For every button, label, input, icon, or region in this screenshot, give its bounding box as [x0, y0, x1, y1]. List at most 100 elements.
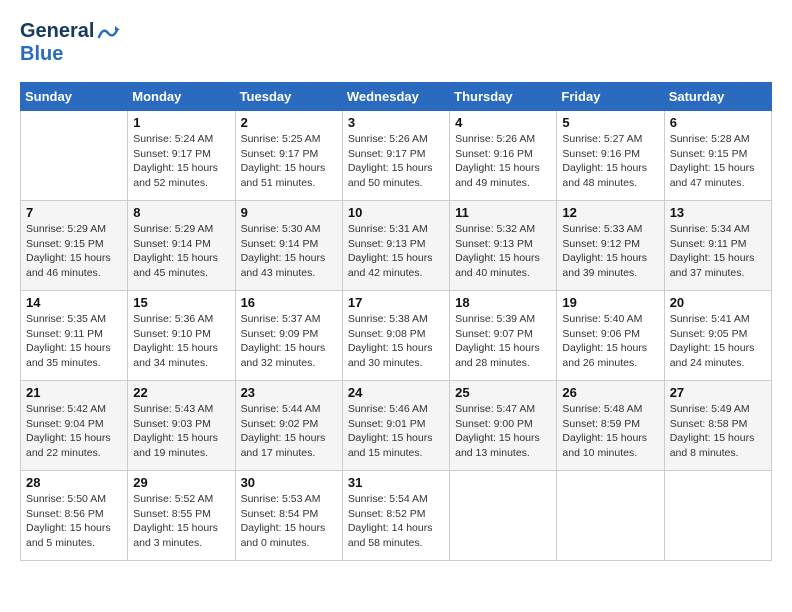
- calendar-cell: 26 Sunrise: 5:48 AM Sunset: 8:59 PM Dayli…: [557, 381, 664, 471]
- day-info: Sunrise: 5:50 AM Sunset: 8:56 PM Dayligh…: [26, 492, 122, 551]
- day-number: 31: [348, 475, 444, 490]
- calendar-week-5: 28Sunrise: 5:50 AM Sunset: 8:56 PM Dayli…: [21, 471, 772, 561]
- calendar-cell: 7Sunrise: 5:29 AM Sunset: 9:15 PM Daylig…: [21, 201, 128, 291]
- day-number: 14: [26, 295, 122, 310]
- column-header-sunday: Sunday: [21, 83, 128, 111]
- day-number: 3: [348, 115, 444, 130]
- calendar-cell: 2 Sunrise: 5:25 AM Sunset: 9:17 PM Daylig…: [235, 111, 342, 201]
- calendar-cell: 6 Sunrise: 5:28 AM Sunset: 9:15 PM Daylig…: [664, 111, 771, 201]
- calendar-week-1: 1 Sunrise: 5:24 AM Sunset: 9:17 PM Daylig…: [21, 111, 772, 201]
- calendar-cell: 25 Sunrise: 5:47 AM Sunset: 9:00 PM Dayli…: [450, 381, 557, 471]
- day-number: 19: [562, 295, 658, 310]
- day-number: 25: [455, 385, 551, 400]
- day-number: 15: [133, 295, 229, 310]
- column-header-wednesday: Wednesday: [342, 83, 449, 111]
- day-info: Sunrise: 5:38 AM Sunset: 9:08 PM Dayligh…: [348, 312, 444, 371]
- calendar-cell: 1 Sunrise: 5:24 AM Sunset: 9:17 PM Daylig…: [128, 111, 235, 201]
- calendar-cell: 23 Sunrise: 5:44 AM Sunset: 9:02 PM Dayli…: [235, 381, 342, 471]
- day-number: 7: [26, 205, 122, 220]
- calendar-cell: 20 Sunrise: 5:41 AM Sunset: 9:05 PM Dayli…: [664, 291, 771, 381]
- day-number: 21: [26, 385, 122, 400]
- day-info: Sunrise: 5:37 AM Sunset: 9:09 PM Dayligh…: [241, 312, 337, 371]
- day-info: Sunrise: 5:43 AM Sunset: 9:03 PM Dayligh…: [133, 402, 229, 461]
- column-header-thursday: Thursday: [450, 83, 557, 111]
- day-info: Sunrise: 5:28 AM Sunset: 9:15 PM Dayligh…: [670, 132, 766, 191]
- day-info: Sunrise: 5:53 AM Sunset: 8:54 PM Dayligh…: [241, 492, 337, 551]
- calendar-cell: 11 Sunrise: 5:32 AM Sunset: 9:13 PM Dayli…: [450, 201, 557, 291]
- day-number: 22: [133, 385, 229, 400]
- day-number: 2: [241, 115, 337, 130]
- day-info: Sunrise: 5:46 AM Sunset: 9:01 PM Dayligh…: [348, 402, 444, 461]
- calendar-cell: 5 Sunrise: 5:27 AM Sunset: 9:16 PM Daylig…: [557, 111, 664, 201]
- day-info: Sunrise: 5:27 AM Sunset: 9:16 PM Dayligh…: [562, 132, 658, 191]
- calendar-cell: 30 Sunrise: 5:53 AM Sunset: 8:54 PM Dayli…: [235, 471, 342, 561]
- day-info: Sunrise: 5:26 AM Sunset: 9:16 PM Dayligh…: [455, 132, 551, 191]
- calendar-header-row: SundayMondayTuesdayWednesdayThursdayFrid…: [21, 83, 772, 111]
- calendar-cell: 13 Sunrise: 5:34 AM Sunset: 9:11 PM Dayli…: [664, 201, 771, 291]
- calendar-table: SundayMondayTuesdayWednesdayThursdayFrid…: [20, 82, 772, 561]
- day-info: Sunrise: 5:32 AM Sunset: 9:13 PM Dayligh…: [455, 222, 551, 281]
- day-number: 16: [241, 295, 337, 310]
- day-info: Sunrise: 5:35 AM Sunset: 9:11 PM Dayligh…: [26, 312, 122, 371]
- day-number: 5: [562, 115, 658, 130]
- day-number: 17: [348, 295, 444, 310]
- calendar-cell: 15 Sunrise: 5:36 AM Sunset: 9:10 PM Dayli…: [128, 291, 235, 381]
- day-info: Sunrise: 5:24 AM Sunset: 9:17 PM Dayligh…: [133, 132, 229, 191]
- calendar-cell: [664, 471, 771, 561]
- day-number: 9: [241, 205, 337, 220]
- day-number: 12: [562, 205, 658, 220]
- page-header: General Blue: [20, 20, 772, 66]
- day-number: 29: [133, 475, 229, 490]
- calendar-cell: 17 Sunrise: 5:38 AM Sunset: 9:08 PM Dayli…: [342, 291, 449, 381]
- calendar-cell: 22 Sunrise: 5:43 AM Sunset: 9:03 PM Dayli…: [128, 381, 235, 471]
- day-number: 26: [562, 385, 658, 400]
- calendar-week-3: 14 Sunrise: 5:35 AM Sunset: 9:11 PM Dayli…: [21, 291, 772, 381]
- calendar-cell: 29 Sunrise: 5:52 AM Sunset: 8:55 PM Dayli…: [128, 471, 235, 561]
- calendar-cell: 27Sunrise: 5:49 AM Sunset: 8:58 PM Dayli…: [664, 381, 771, 471]
- day-number: 24: [348, 385, 444, 400]
- day-info: Sunrise: 5:49 AM Sunset: 8:58 PM Dayligh…: [670, 402, 766, 461]
- day-info: Sunrise: 5:33 AM Sunset: 9:12 PM Dayligh…: [562, 222, 658, 281]
- logo-container: General Blue: [20, 20, 120, 66]
- day-info: Sunrise: 5:42 AM Sunset: 9:04 PM Dayligh…: [26, 402, 122, 461]
- column-header-monday: Monday: [128, 83, 235, 111]
- day-number: 20: [670, 295, 766, 310]
- calendar-cell: [21, 111, 128, 201]
- day-number: 30: [241, 475, 337, 490]
- day-number: 23: [241, 385, 337, 400]
- calendar-cell: 21 Sunrise: 5:42 AM Sunset: 9:04 PM Dayli…: [21, 381, 128, 471]
- column-header-tuesday: Tuesday: [235, 83, 342, 111]
- calendar-week-4: 21 Sunrise: 5:42 AM Sunset: 9:04 PM Dayli…: [21, 381, 772, 471]
- day-number: 6: [670, 115, 766, 130]
- day-info: Sunrise: 5:36 AM Sunset: 9:10 PM Dayligh…: [133, 312, 229, 371]
- column-header-friday: Friday: [557, 83, 664, 111]
- day-info: Sunrise: 5:34 AM Sunset: 9:11 PM Dayligh…: [670, 222, 766, 281]
- day-info: Sunrise: 5:39 AM Sunset: 9:07 PM Dayligh…: [455, 312, 551, 371]
- day-number: 1: [133, 115, 229, 130]
- day-info: Sunrise: 5:47 AM Sunset: 9:00 PM Dayligh…: [455, 402, 551, 461]
- calendar-cell: 12 Sunrise: 5:33 AM Sunset: 9:12 PM Dayli…: [557, 201, 664, 291]
- calendar-cell: 19 Sunrise: 5:40 AM Sunset: 9:06 PM Dayli…: [557, 291, 664, 381]
- day-info: Sunrise: 5:52 AM Sunset: 8:55 PM Dayligh…: [133, 492, 229, 551]
- calendar-cell: 18Sunrise: 5:39 AM Sunset: 9:07 PM Dayli…: [450, 291, 557, 381]
- day-number: 11: [455, 205, 551, 220]
- day-number: 13: [670, 205, 766, 220]
- day-info: Sunrise: 5:31 AM Sunset: 9:13 PM Dayligh…: [348, 222, 444, 281]
- day-number: 10: [348, 205, 444, 220]
- calendar-week-2: 7Sunrise: 5:29 AM Sunset: 9:15 PM Daylig…: [21, 201, 772, 291]
- day-info: Sunrise: 5:40 AM Sunset: 9:06 PM Dayligh…: [562, 312, 658, 371]
- day-number: 8: [133, 205, 229, 220]
- calendar-cell: 3Sunrise: 5:26 AM Sunset: 9:17 PM Daylig…: [342, 111, 449, 201]
- day-info: Sunrise: 5:29 AM Sunset: 9:14 PM Dayligh…: [133, 222, 229, 281]
- day-info: Sunrise: 5:25 AM Sunset: 9:17 PM Dayligh…: [241, 132, 337, 191]
- day-info: Sunrise: 5:41 AM Sunset: 9:05 PM Dayligh…: [670, 312, 766, 371]
- day-info: Sunrise: 5:30 AM Sunset: 9:14 PM Dayligh…: [241, 222, 337, 281]
- day-number: 4: [455, 115, 551, 130]
- day-info: Sunrise: 5:44 AM Sunset: 9:02 PM Dayligh…: [241, 402, 337, 461]
- calendar-cell: 28Sunrise: 5:50 AM Sunset: 8:56 PM Dayli…: [21, 471, 128, 561]
- logo-wave-icon: [96, 22, 120, 46]
- day-info: Sunrise: 5:48 AM Sunset: 8:59 PM Dayligh…: [562, 402, 658, 461]
- calendar-cell: 16 Sunrise: 5:37 AM Sunset: 9:09 PM Dayli…: [235, 291, 342, 381]
- logo-general-text: General: [20, 20, 94, 43]
- day-info: Sunrise: 5:54 AM Sunset: 8:52 PM Dayligh…: [348, 492, 444, 551]
